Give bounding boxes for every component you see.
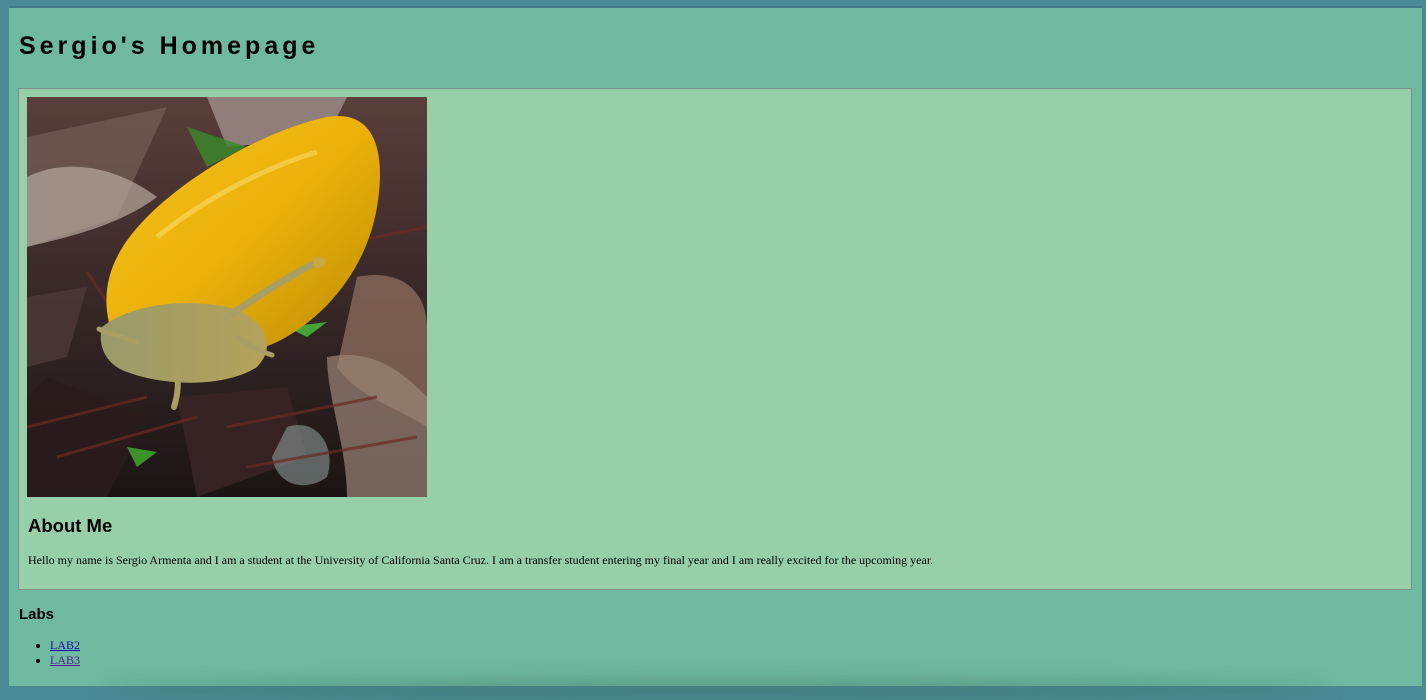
labs-list: LAB2 LAB3 [19, 638, 80, 668]
banana-slug-photo [27, 97, 427, 497]
about-card: About Me Hello my name is Sergio Armenta… [18, 88, 1412, 590]
page-title: Sergio's Homepage [19, 32, 320, 60]
lab3-link[interactable]: LAB3 [50, 653, 80, 667]
about-me-heading: About Me [28, 515, 113, 536]
list-item: LAB3 [50, 653, 80, 668]
about-me-text: Hello my name is Sergio Armenta and I am… [28, 553, 934, 567]
labs-heading: Labs [19, 606, 55, 623]
list-item: LAB2 [50, 638, 80, 653]
bottom-shadow [99, 678, 1332, 700]
page: Sergio's Homepage About Me Hello my name… [9, 6, 1422, 700]
lab2-link[interactable]: LAB2 [50, 638, 80, 652]
